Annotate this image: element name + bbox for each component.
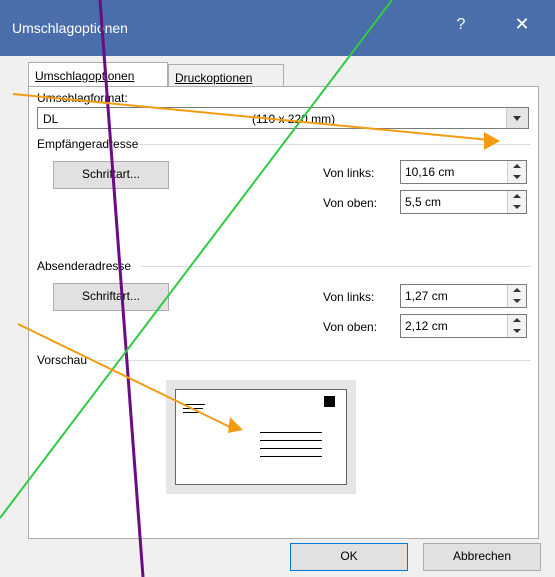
return-address-line (183, 408, 203, 409)
window-title: Umschlagoptionen (12, 20, 128, 36)
dialog-body: Umschlagoptionen Druckoptionen Umschlagf… (0, 56, 555, 577)
recipient-font-button[interactable]: Schriftart... (53, 161, 169, 189)
sender-font-button-label: Schriftart... (81, 289, 140, 303)
spin-down-icon[interactable] (507, 202, 526, 213)
recipient-left-value: 10,16 cm (405, 165, 455, 179)
recipient-font-button-label: Schriftart... (81, 167, 140, 181)
return-address-line (183, 404, 205, 405)
tab-druckoptionen[interactable]: Druckoptionen (168, 64, 284, 87)
ok-button-label: OK (340, 549, 358, 563)
envelope-preview (166, 380, 356, 494)
recipient-top-value: 5,5 cm (405, 195, 442, 209)
envelope-format-select[interactable]: DL (110 x 220 mm) (37, 107, 529, 129)
sender-top-spinner[interactable]: 2,12 cm (400, 314, 527, 338)
sender-left-value: 1,27 cm (405, 289, 448, 303)
envelope-shape (175, 389, 347, 485)
recipient-top-label: Von oben: (323, 196, 378, 210)
recipient-address-line (260, 432, 322, 433)
sender-top-value: 2,12 cm (405, 319, 448, 333)
sender-divider (141, 266, 531, 267)
recipient-address-line (260, 440, 322, 441)
spin-down-icon[interactable] (507, 326, 526, 337)
tab-umschlagoptionen[interactable]: Umschlagoptionen (28, 62, 168, 87)
return-address-line (183, 412, 201, 413)
recipient-address-line (260, 448, 322, 449)
recipient-group-label: Empfängeradresse (37, 137, 139, 151)
recipient-divider (139, 144, 531, 145)
recipient-left-spinner[interactable]: 10,16 cm (400, 160, 527, 184)
ok-button[interactable]: OK (290, 543, 408, 571)
title-bar: Umschlagoptionen ? ✕ (0, 0, 555, 56)
sender-top-label: Von oben: (323, 320, 378, 334)
tab-label: Druckoptionen (175, 71, 253, 85)
recipient-address-line (260, 456, 322, 457)
format-size: (110 x 220 mm) (252, 112, 336, 126)
sender-left-spinner[interactable]: 1,27 cm (400, 284, 527, 308)
stamp-icon (324, 396, 335, 407)
close-button[interactable]: ✕ (507, 14, 537, 35)
chevron-down-icon[interactable] (506, 108, 528, 128)
spin-down-icon[interactable] (507, 172, 526, 183)
cancel-button[interactable]: Abbrechen (423, 543, 541, 571)
preview-divider (97, 360, 531, 361)
sender-left-label: Von links: (323, 290, 375, 304)
tab-label: Umschlagoptionen (35, 69, 135, 83)
help-button[interactable]: ? (446, 16, 476, 34)
format-name: DL (43, 112, 59, 126)
preview-label: Vorschau (37, 353, 88, 367)
recipient-top-spinner[interactable]: 5,5 cm (400, 190, 527, 214)
format-label: Umschlagformat: (37, 91, 128, 105)
spin-down-icon[interactable] (507, 296, 526, 307)
cancel-button-label: Abbrechen (452, 549, 512, 563)
sender-group-label: Absenderadresse (37, 259, 132, 273)
sender-font-button[interactable]: Schriftart... (53, 283, 169, 311)
recipient-left-label: Von links: (323, 166, 375, 180)
